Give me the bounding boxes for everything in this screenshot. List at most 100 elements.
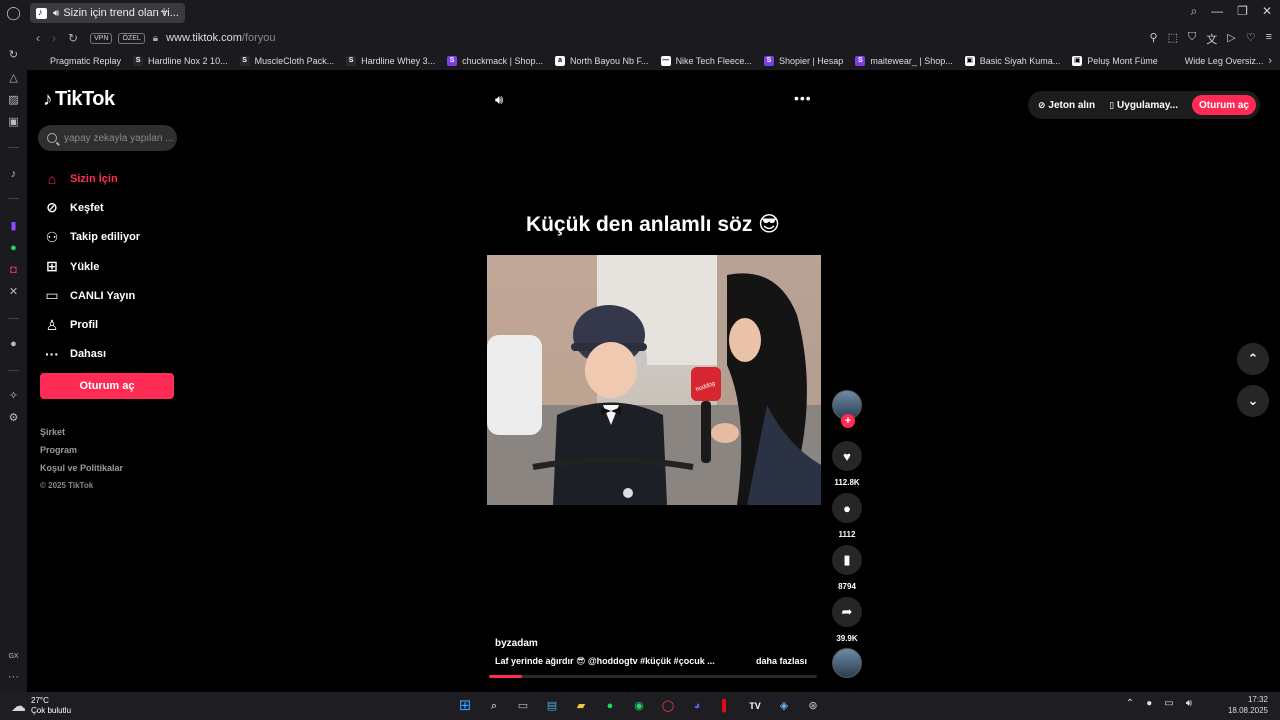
maximize-icon[interactable]: ❐: [1237, 4, 1248, 19]
tiktok-app-icon[interactable]: ♪: [6, 167, 21, 182]
bookmark-item[interactable]: Pragmatic Replay: [35, 55, 121, 66]
microphone-icon[interactable]: ●: [1146, 698, 1152, 709]
search-input[interactable]: yapay zekayla yapılan ...: [38, 125, 177, 151]
comment-icon[interactable]: ●: [832, 493, 862, 523]
private-badge[interactable]: ÖZEL: [118, 32, 145, 44]
spotify-icon[interactable]: ●: [601, 697, 619, 715]
top-login-button[interactable]: Oturum aç: [1191, 95, 1256, 115]
translate-icon[interactable]: 文: [1206, 31, 1217, 47]
new-tab-plus-icon[interactable]: +: [160, 3, 168, 19]
bookmark-item[interactable]: a North Bayou Nb F...: [555, 55, 649, 66]
see-more-link[interactable]: daha fazlası: [756, 656, 807, 666]
bookmark-item[interactable]: — Nike Tech Fleece...: [660, 55, 752, 66]
bookmark-item[interactable]: S MuscleCloth Pack...: [239, 55, 334, 66]
workspace-icon[interactable]: ▣: [6, 115, 21, 130]
instagram-icon[interactable]: ◘: [6, 263, 21, 278]
menu-icon[interactable]: ≡: [1266, 31, 1272, 47]
bookmark-heart-icon[interactable]: ♡: [1246, 31, 1256, 47]
settings-icon[interactable]: ⚙: [6, 411, 21, 426]
footer-terms[interactable]: Koşul ve Politikalar: [40, 463, 123, 481]
camera-icon[interactable]: ⚲: [1150, 31, 1158, 47]
video-author[interactable]: byzadam: [495, 638, 538, 649]
nav-item-more-dots[interactable]: ··· Dahası: [43, 340, 140, 369]
bookmark-item[interactable]: S Shopier | Hesap: [763, 55, 843, 66]
rail-more-icon[interactable]: ···: [6, 670, 21, 685]
comment-action[interactable]: ● 1112: [832, 493, 862, 539]
windows-start-icon[interactable]: ⊞: [456, 697, 474, 715]
previous-video-button[interactable]: ⌃: [1237, 343, 1269, 375]
video-progress-bar[interactable]: [489, 675, 817, 678]
music-disc-avatar[interactable]: [832, 648, 862, 678]
nav-item-following[interactable]: ⚇ Takip ediliyor: [43, 223, 140, 252]
get-coins-button[interactable]: ⊘ Jeton alın: [1038, 100, 1095, 111]
search-tabs-icon[interactable]: ⌕: [1190, 4, 1197, 19]
share-icon[interactable]: ➦: [832, 597, 862, 627]
app-cube-icon[interactable]: ◈: [775, 697, 793, 715]
gx-icon[interactable]: GX: [6, 649, 21, 664]
discord-icon[interactable]: ◕: [688, 697, 706, 715]
lock-icon[interactable]: 🔒︎: [153, 33, 158, 44]
steam-icon[interactable]: ⊛: [804, 697, 822, 715]
opera-logo-icon[interactable]: ◯: [6, 5, 21, 20]
bookmark-item[interactable]: S Hardline Whey 3...: [346, 55, 435, 66]
history-icon[interactable]: ↻: [6, 48, 21, 63]
bookmark-icon[interactable]: ▮: [832, 545, 862, 575]
heart-icon[interactable]: ♥: [832, 441, 862, 471]
twitch-icon[interactable]: ▮: [6, 219, 21, 234]
weather-widget[interactable]: ☁ 27°C Çok bulutlu: [11, 696, 71, 716]
widgets-icon[interactable]: ▤: [543, 697, 561, 715]
volume-icon[interactable]: 🔊︎: [495, 92, 503, 108]
whatsapp-icon[interactable]: ●: [6, 241, 21, 256]
close-icon[interactable]: ✕: [1262, 4, 1272, 19]
nav-item-compass[interactable]: ⊘ Keşfet: [43, 193, 140, 222]
login-button[interactable]: Oturum aç: [40, 373, 174, 399]
more-options-icon[interactable]: •••: [794, 90, 812, 106]
speaker-icon[interactable]: 🔊︎: [53, 8, 59, 19]
task-view-icon[interactable]: ▭: [514, 697, 532, 715]
save-action[interactable]: ▮ 8794: [832, 545, 862, 591]
extensions-icon[interactable]: ✧: [6, 389, 21, 404]
footer-company[interactable]: Şirket: [40, 427, 123, 445]
reload-icon[interactable]: ↻: [68, 31, 78, 45]
opera-gx-taskbar-icon[interactable]: ◯: [659, 697, 677, 715]
snapshot-icon[interactable]: ⬚: [1168, 31, 1178, 47]
tiktok-logo[interactable]: ♪ TikTok: [43, 88, 115, 111]
minimize-icon[interactable]: —: [1211, 4, 1223, 19]
bookmark-item[interactable]: Schuckmack | Shop...: [447, 55, 543, 66]
volume-tray-icon[interactable]: 🔊︎: [1186, 698, 1192, 709]
footer-program[interactable]: Program: [40, 445, 123, 463]
back-icon[interactable]: ‹: [36, 31, 40, 45]
netflix-icon[interactable]: ▌: [717, 697, 735, 715]
aria-icon[interactable]: △: [6, 71, 21, 86]
bookmark-item[interactable]: ▣ Basic Siyah Kuma...: [964, 55, 1060, 66]
notes-icon[interactable]: ▨: [6, 93, 21, 108]
vpn-badge[interactable]: VPN: [90, 32, 113, 44]
music-player-icon[interactable]: ●: [6, 337, 21, 352]
nav-item-upload[interactable]: ⊞ Yükle: [43, 252, 140, 281]
nav-item-profile[interactable]: ♙ Profil: [43, 310, 140, 339]
taskbar-search-icon[interactable]: ⌕: [485, 697, 503, 715]
bookmark-item[interactable]: Wide Leg Oversiz...: [1169, 55, 1263, 66]
forward-icon[interactable]: ›: [52, 31, 56, 45]
bookmarks-overflow-icon[interactable]: ›: [1268, 55, 1272, 67]
next-video-button[interactable]: ⌄: [1237, 385, 1269, 417]
url-field[interactable]: www.tiktok.com/foryou: [166, 32, 275, 44]
play-icon[interactable]: ▷: [1227, 31, 1235, 47]
bookmark-item[interactable]: S Hardline Nox 2 10...: [133, 55, 228, 66]
tradingview-icon[interactable]: TV: [746, 697, 764, 715]
tray-overflow-icon[interactable]: ⌃: [1126, 698, 1134, 709]
like-action[interactable]: ♥ 112.8K: [832, 441, 862, 487]
whatsapp-taskbar-icon[interactable]: ◉: [630, 697, 648, 715]
bookmark-item[interactable]: ▣ Peluş Mont Füme: [1072, 55, 1158, 66]
nav-item-home[interactable]: ⌂ Sizin İçin: [43, 164, 140, 193]
share-action[interactable]: ➦ 39.9K: [832, 597, 862, 643]
file-explorer-icon[interactable]: ▰: [572, 697, 590, 715]
x-icon[interactable]: ✕: [6, 285, 21, 300]
network-icon[interactable]: ▭: [1164, 698, 1173, 709]
follow-plus-icon[interactable]: +: [841, 414, 855, 428]
creator-avatar[interactable]: +: [832, 390, 862, 428]
bookmark-item[interactable]: Smaitewear_ | Shop...: [855, 55, 953, 66]
video-player[interactable]: hoddog: [487, 255, 821, 505]
clock[interactable]: 17:32 18.08.2025: [1228, 694, 1268, 716]
get-app-button[interactable]: ▯ Uygulamay...: [1109, 100, 1178, 111]
